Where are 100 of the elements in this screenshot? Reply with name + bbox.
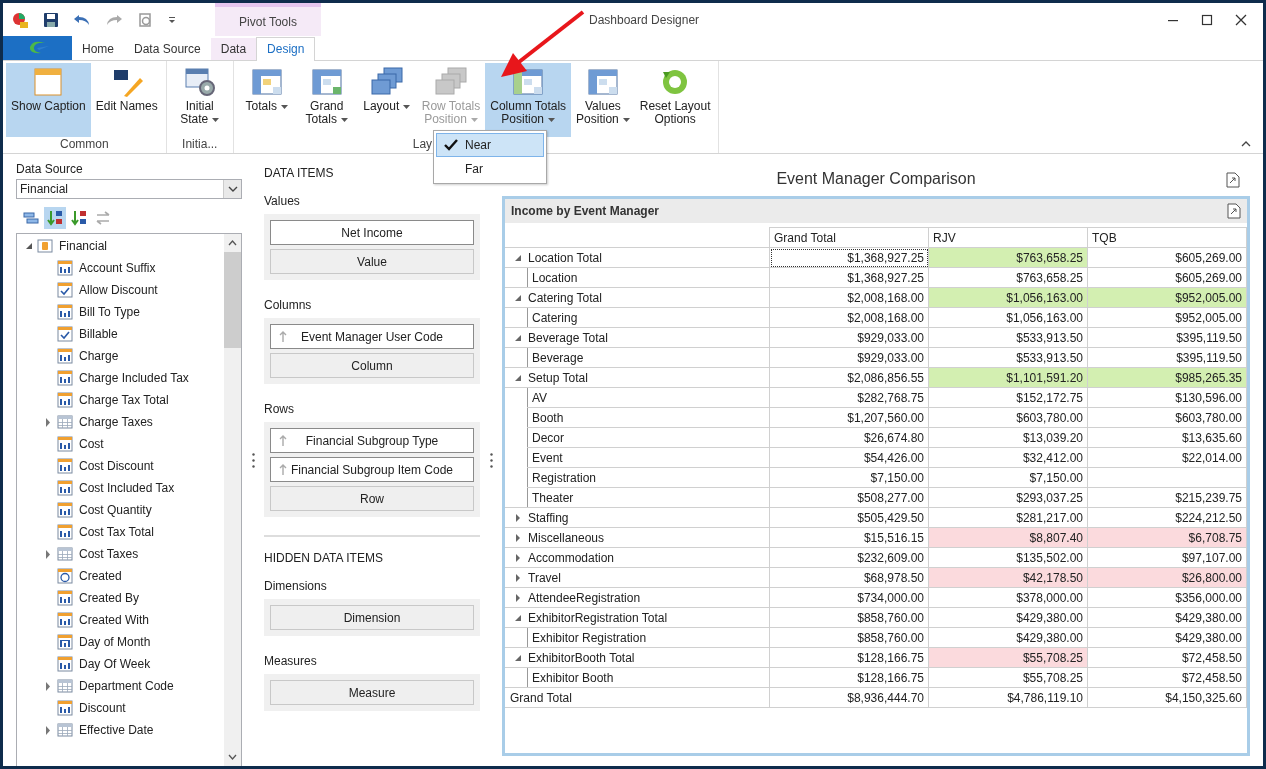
customize-caret-icon[interactable] — [167, 14, 177, 25]
expand-arrow-icon[interactable] — [25, 242, 33, 250]
data-item-button[interactable]: Measure — [270, 680, 474, 705]
column-header[interactable]: TQB — [1087, 227, 1247, 248]
scroll-up-icon[interactable] — [228, 240, 237, 246]
expand-arrow-icon[interactable] — [515, 653, 522, 662]
tree-item[interactable]: Account Suffix — [79, 261, 156, 275]
column-header[interactable]: RJV — [928, 227, 1088, 248]
expand-arrow-icon[interactable] — [515, 613, 522, 622]
data-item-button[interactable]: Event Manager User Code — [270, 324, 474, 349]
data-item-button[interactable]: Value — [270, 249, 474, 274]
expand-arrow-icon[interactable] — [45, 681, 51, 691]
tree-item[interactable]: Charge — [79, 349, 119, 363]
table-cell: $13,039.20 — [928, 427, 1088, 448]
ribbon-button[interactable]: Reset Layout Options — [634, 63, 716, 137]
tree-item[interactable]: Charge Taxes — [79, 415, 153, 429]
tree-item[interactable]: Charge Included Tax — [79, 371, 189, 385]
expand-arrow-icon[interactable] — [45, 417, 51, 427]
swap-icon — [94, 209, 112, 227]
splitter-grip-icon[interactable] — [489, 452, 493, 468]
tree-item[interactable]: Discount — [79, 701, 126, 715]
maximize-icon[interactable] — [1201, 13, 1213, 26]
row-header: Booth — [527, 407, 770, 428]
expand-arrow-icon[interactable] — [515, 573, 522, 582]
row-header: Staffing — [505, 507, 770, 528]
ribbon-button[interactable]: Layout — [356, 63, 417, 137]
ribbon-button[interactable]: Initial State — [169, 63, 230, 137]
table-cell: $128,166.75 — [769, 647, 929, 668]
expand-arrow-icon[interactable] — [515, 513, 522, 522]
row-header: AttendeeRegistration — [505, 587, 770, 608]
tree-item[interactable]: Cost Taxes — [79, 547, 139, 561]
close-icon[interactable] — [1235, 13, 1247, 26]
tree-item[interactable]: Financial — [59, 239, 108, 253]
expand-arrow-icon[interactable] — [515, 593, 522, 602]
expand-arrow-icon[interactable] — [515, 373, 522, 382]
column-header[interactable]: Grand Total — [769, 227, 929, 248]
data-item-button[interactable]: Net Income — [270, 220, 474, 245]
ribbon-button[interactable]: Grand Totals — [296, 63, 357, 137]
table-cell: $929,033.00 — [769, 347, 929, 368]
data-item-button[interactable]: Column — [270, 353, 474, 378]
tree-item[interactable]: Cost — [79, 437, 104, 451]
expand-arrow-icon[interactable] — [45, 725, 51, 735]
tree-item[interactable]: Cost Discount — [79, 459, 154, 473]
app-logo-icon[interactable] — [11, 10, 29, 29]
chevron-down-icon — [227, 186, 238, 192]
tree-item[interactable]: Day of Month — [79, 635, 151, 649]
gear-window-icon — [182, 66, 217, 98]
tree-item[interactable]: Charge Tax Total — [79, 393, 169, 407]
collapse-ribbon-icon[interactable] — [1241, 141, 1251, 147]
export-icon[interactable] — [1226, 172, 1240, 188]
save-icon[interactable] — [43, 11, 59, 28]
ribbon-group-label: Common — [59, 137, 110, 153]
expand-arrow-icon[interactable] — [515, 253, 522, 262]
export-icon[interactable] — [1227, 203, 1241, 219]
ribbon-button[interactable]: Edit Names — [90, 63, 163, 137]
tree-item[interactable]: Day Of Week — [79, 657, 151, 671]
ribbon-tab[interactable]: Data Source — [124, 38, 211, 60]
tree-item[interactable]: Allow Discount — [79, 283, 158, 297]
tree-item[interactable]: Billable — [79, 327, 118, 341]
tree-item[interactable]: Cost Tax Total — [79, 525, 154, 539]
undo-icon[interactable] — [73, 12, 91, 27]
expand-arrow-icon[interactable] — [515, 533, 522, 542]
grid-icon — [249, 66, 284, 98]
data-item-button[interactable]: Financial Subgroup Item Code — [270, 457, 474, 482]
tree-item[interactable]: Cost Included Tax — [79, 481, 175, 495]
toolbar-button[interactable] — [44, 207, 66, 229]
expand-arrow-icon[interactable] — [45, 549, 51, 559]
tree-item[interactable]: Created By — [79, 591, 140, 605]
ribbon-button[interactable]: Values Position — [571, 63, 635, 137]
splitter-grip-icon[interactable] — [251, 452, 255, 468]
table-cell: $54,426.00 — [769, 447, 929, 468]
dashboard-title: Event Manager Comparison — [776, 170, 976, 187]
columns-grid-icon — [511, 66, 546, 98]
section-label: Measures — [264, 654, 318, 668]
tree-item[interactable]: Cost Quantity — [79, 503, 152, 517]
tree-item[interactable]: Created — [79, 569, 122, 583]
ribbon-button[interactable]: Totals — [236, 63, 297, 137]
ribbon-tab[interactable]: Home — [72, 38, 124, 60]
ribbon-tab[interactable]: Design — [256, 37, 316, 61]
tree-item[interactable]: Bill To Type — [79, 305, 140, 319]
data-item-button[interactable]: Row — [270, 486, 474, 511]
scroll-down-icon[interactable] — [228, 754, 237, 760]
data-item-button[interactable]: Financial Subgroup Type — [270, 428, 474, 453]
ribbon-button[interactable]: Show Caption — [6, 63, 91, 137]
expand-arrow-icon[interactable] — [515, 333, 522, 342]
table-cell: $952,005.00 — [1087, 307, 1247, 328]
tree-item[interactable]: Created With — [79, 613, 150, 627]
ribbon-button[interactable]: Column Totals Position — [485, 63, 572, 137]
data-source-dropdown[interactable]: Financial — [16, 179, 242, 199]
tree-item[interactable]: Effective Date — [79, 723, 154, 737]
data-item-button[interactable]: Dimension — [270, 605, 474, 630]
menu-item[interactable]: Near — [436, 133, 544, 157]
scrollbar-thumb[interactable] — [224, 252, 241, 348]
expand-arrow-icon[interactable] — [515, 553, 522, 562]
tree-item[interactable]: Department Code — [79, 679, 174, 693]
menu-item[interactable]: Far — [436, 157, 544, 181]
section-heading: HIDDEN DATA ITEMS — [264, 550, 383, 565]
layers-icon — [369, 66, 404, 98]
ribbon-tab[interactable]: Data — [210, 38, 257, 60]
expand-arrow-icon[interactable] — [515, 293, 522, 302]
